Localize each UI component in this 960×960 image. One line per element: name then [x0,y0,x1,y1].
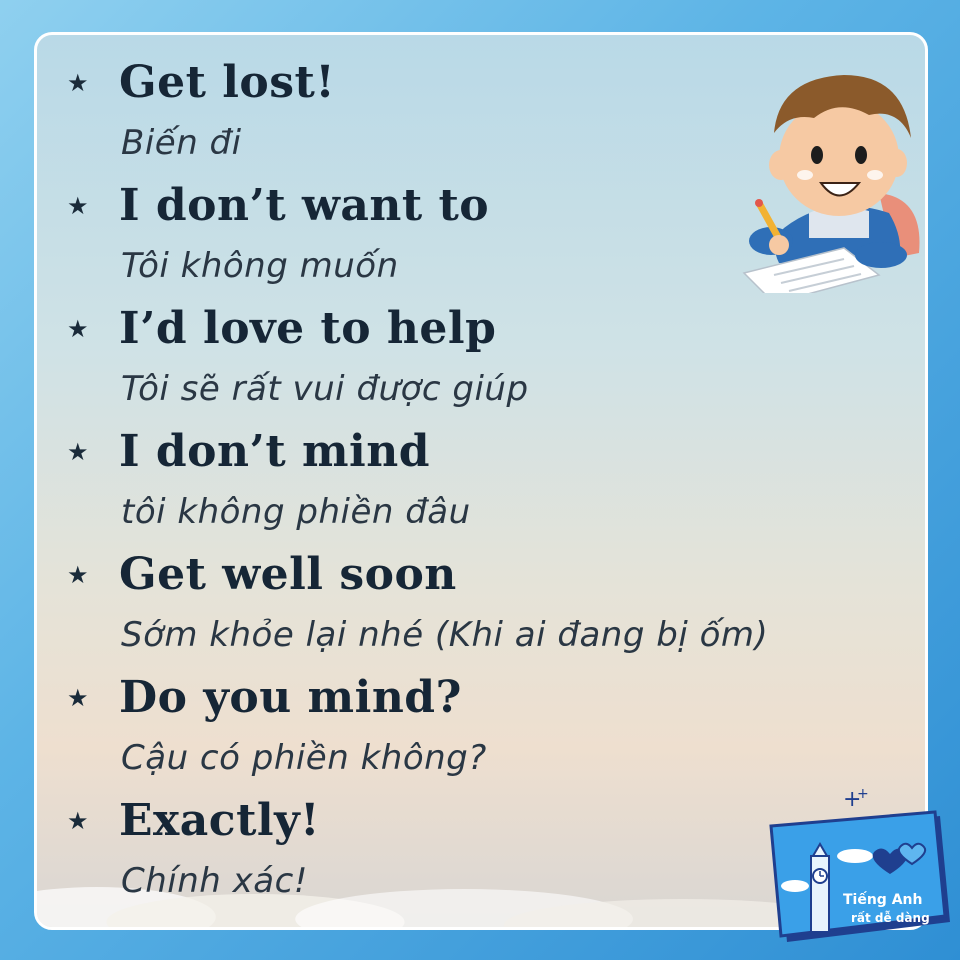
star-bullet-icon: ★ [67,69,89,97]
vietnamese-translation: tôi không phiền đâu [121,492,471,532]
vietnamese-translation: Biến đi [121,123,242,163]
vietnamese-translation: Sớm khỏe lại nhé (Khi ai đang bị ốm) [121,615,769,655]
star-bullet-icon: ★ [67,684,89,712]
star-bullet-icon: ★ [67,807,89,835]
vietnamese-translation: Cậu có phiền không? [121,738,487,778]
english-phrase: I’d love to help [119,303,497,354]
boy-writing-icon [742,75,920,293]
star-bullet-icon: ★ [67,315,89,343]
logo-line2: rất dễ dàng [851,911,930,925]
english-phrase: I don’t want to [119,180,490,231]
star-bullet-icon: ★ [67,192,89,220]
english-phrase: Get well soon [119,549,457,600]
vietnamese-translation: Chính xác! [121,861,308,901]
star-bullet-icon: ★ [67,438,89,466]
big-ben-hearts-logo: + + Tiếng Anh rất dễ dàng [769,786,950,942]
english-phrase: I don’t mind [119,426,430,477]
english-phrase: Exactly! [119,795,320,846]
vietnamese-translation: Tôi không muốn [121,246,399,286]
english-phrase: Do you mind? [119,672,462,723]
logo-line1: Tiếng Anh [843,891,922,908]
english-phrase: Get lost! [119,57,336,108]
svg-text:+: + [857,786,869,802]
star-bullet-icon: ★ [67,561,89,589]
vietnamese-translation: Tôi sẽ rất vui được giúp [121,369,529,409]
